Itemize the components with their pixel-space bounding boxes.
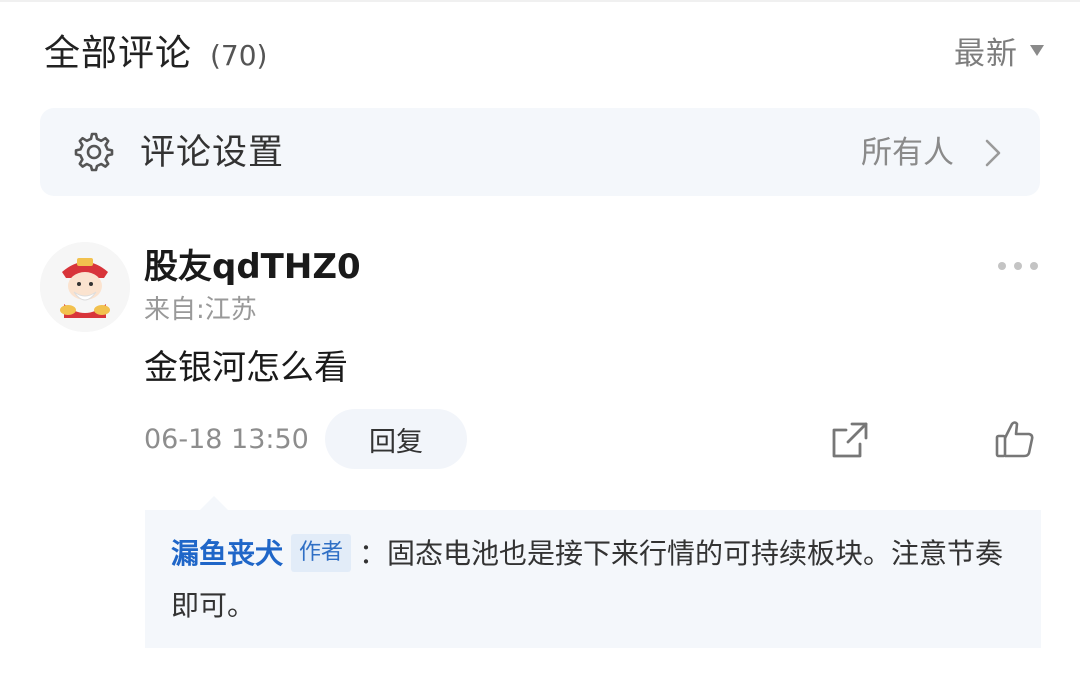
reply-notch [200, 496, 228, 510]
comments-count: (70) [210, 39, 268, 72]
comment-location: 来自:江苏 [144, 295, 257, 325]
more-dot [1014, 262, 1022, 270]
more-dot [1030, 262, 1038, 270]
settings-value: 所有人 [861, 135, 954, 171]
reply-author[interactable]: 漏鱼丧犬 [171, 537, 283, 570]
author-badge: 作者 [291, 534, 352, 572]
gear-icon [74, 132, 114, 172]
dropdown-arrow-icon [1030, 44, 1044, 56]
reply-button[interactable]: 回复 [325, 409, 467, 469]
comments-header: 全部评论 (70) 最新 [44, 28, 1044, 80]
fortune-god-avatar-icon [40, 242, 130, 332]
more-options-icon[interactable] [998, 258, 1038, 274]
comment-text: 金银河怎么看 [144, 348, 348, 388]
comment-timestamp: 06-18 13:50 [144, 424, 309, 455]
comments-page: 全部评论 (70) 最新 评论设置 所有人 股友qdTHZ0 来自:江苏 金银河… [0, 0, 1080, 682]
reply-content: 漏鱼丧犬 作者 ：固态电池也是接下来行情的可持续板块。注意节奏即可。 [171, 528, 1031, 632]
avatar[interactable] [40, 242, 130, 332]
settings-label: 评论设置 [140, 133, 285, 173]
share-icon[interactable] [830, 420, 870, 460]
author-reply-box: 漏鱼丧犬 作者 ：固态电池也是接下来行情的可持续板块。注意节奏即可。 [145, 510, 1041, 648]
more-dot [998, 262, 1006, 270]
chevron-right-icon [985, 139, 1001, 167]
sort-dropdown[interactable]: 最新 [954, 30, 1044, 72]
sort-label: 最新 [954, 35, 1018, 72]
top-divider [0, 0, 1080, 2]
comment-username[interactable]: 股友qdTHZ0 [144, 244, 361, 290]
thumbs-up-icon[interactable] [994, 418, 1036, 460]
comments-title: 全部评论 [44, 33, 193, 74]
comment-settings-row[interactable]: 评论设置 所有人 [40, 108, 1040, 196]
